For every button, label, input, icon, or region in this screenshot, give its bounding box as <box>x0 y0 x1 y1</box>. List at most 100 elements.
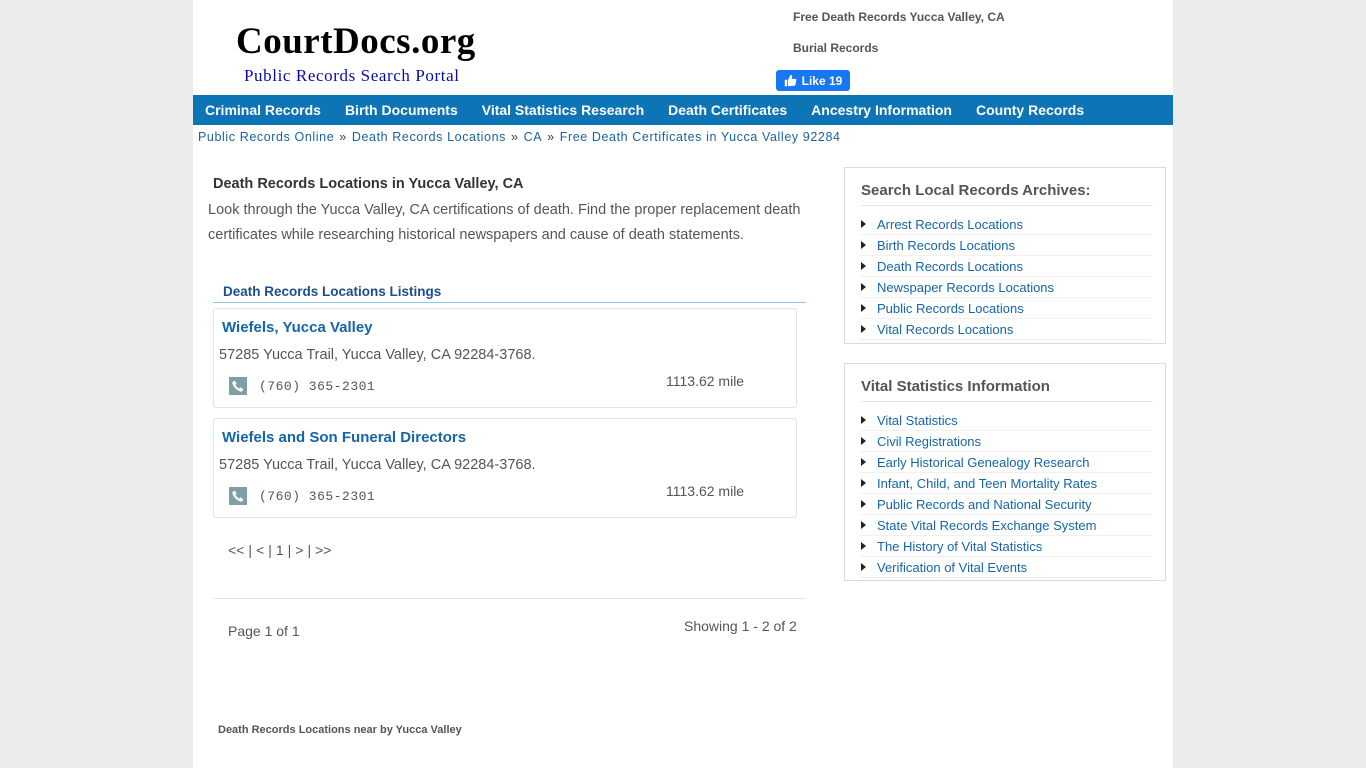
sidebar-link-verification-vital-events[interactable]: Verification of Vital Events <box>877 560 1027 575</box>
triangle-right-icon <box>861 479 866 487</box>
sidebar-item: Death Records Locations <box>859 256 1151 277</box>
triangle-right-icon <box>861 437 866 445</box>
sidebar-link-national-security[interactable]: Public Records and National Security <box>877 497 1092 512</box>
breadcrumb-separator: » <box>547 130 555 144</box>
divider <box>213 598 806 599</box>
sidebar-item: Arrest Records Locations <box>859 214 1151 235</box>
sidebar-link-history-vital-statistics[interactable]: The History of Vital Statistics <box>877 539 1042 554</box>
breadcrumb-public-records-online[interactable]: Public Records Online <box>198 130 334 144</box>
pager-first[interactable]: << <box>228 542 244 558</box>
page-of-label: Page 1 of 1 <box>228 623 300 639</box>
sidebar-item: The History of Vital Statistics <box>859 536 1151 557</box>
phone-icon <box>229 487 247 505</box>
listing-distance: 1113.62 mile <box>666 483 745 499</box>
sidebar-item: Vital Records Locations <box>859 319 1151 340</box>
sidebar-link-civil-registrations[interactable]: Civil Registrations <box>877 434 981 449</box>
breadcrumb: Public Records Online » Death Records Loca… <box>198 130 841 144</box>
logo-subtitle: Public Records Search Portal <box>244 66 460 85</box>
triangle-right-icon <box>861 283 866 291</box>
triangle-right-icon <box>861 458 866 466</box>
pager-next[interactable]: > <box>295 542 303 558</box>
pager-separator: | <box>287 542 292 558</box>
triangle-right-icon <box>861 325 866 333</box>
nav-item-vital-statistics-research[interactable]: Vital Statistics Research <box>482 102 644 118</box>
page-title: Death Records Locations in Yucca Valley,… <box>213 176 524 192</box>
listing-card: Wiefels and Son Funeral Directors 57285 … <box>213 418 797 518</box>
sidebar-item: Civil Registrations <box>859 431 1151 452</box>
sidebar-link-death-records[interactable]: Death Records Locations <box>877 259 1023 274</box>
sidebar-link-public-records[interactable]: Public Records Locations <box>877 301 1024 316</box>
sidebar-item: Newspaper Records Locations <box>859 277 1151 298</box>
sidebar-vital-box: Vital Statistics Information Vital Stati… <box>844 363 1166 581</box>
nav-item-county-records[interactable]: County Records <box>976 102 1084 118</box>
listing-distance: 1113.62 mile <box>666 373 745 389</box>
sidebar-item: Early Historical Genealogy Research <box>859 452 1151 473</box>
facebook-like-button[interactable]: Like 19 <box>776 70 850 91</box>
listing-card: Wiefels, Yucca Valley 57285 Yucca Trail,… <box>213 308 797 408</box>
sidebar-link-birth-records[interactable]: Birth Records Locations <box>877 238 1015 253</box>
sidebar-link-arrest-records[interactable]: Arrest Records Locations <box>877 217 1023 232</box>
sidebar-archives-title: Search Local Records Archives: <box>861 182 1153 206</box>
page-container: CourtDocs.org Public Records Search Port… <box>193 0 1173 768</box>
triangle-right-icon <box>861 220 866 228</box>
listing-phone: (760) 365-2301 <box>259 379 376 394</box>
sidebar-link-newspaper-records[interactable]: Newspaper Records Locations <box>877 280 1054 295</box>
sidebar-link-records-exchange[interactable]: State Vital Records Exchange System <box>877 518 1096 533</box>
breadcrumb-ca[interactable]: CA <box>524 130 543 144</box>
sidebar-archives-list: Arrest Records Locations Birth Records L… <box>859 214 1151 340</box>
sidebar-item: State Vital Records Exchange System <box>859 515 1151 536</box>
triangle-right-icon <box>861 500 866 508</box>
header-link-burial-records[interactable]: Burial Records <box>793 41 878 55</box>
pager-page-1[interactable]: 1 <box>276 542 284 558</box>
pager-separator: | <box>307 542 312 558</box>
nav-item-birth-documents[interactable]: Birth Documents <box>345 102 458 118</box>
sidebar-item: Birth Records Locations <box>859 235 1151 256</box>
triangle-right-icon <box>861 241 866 249</box>
nav-item-ancestry-information[interactable]: Ancestry Information <box>811 102 952 118</box>
listing-address: 57285 Yucca Trail, Yucca Valley, CA 9228… <box>219 457 536 473</box>
sidebar-link-mortality-rates[interactable]: Infant, Child, and Teen Mortality Rates <box>877 476 1097 491</box>
sidebar-archives-box: Search Local Records Archives: Arrest Re… <box>844 167 1166 344</box>
pager-separator: | <box>248 542 252 558</box>
main-nav: Criminal Records Birth Documents Vital S… <box>193 95 1173 125</box>
intro-text: Look through the Yucca Valley, CA certif… <box>208 202 801 243</box>
triangle-right-icon <box>861 262 866 270</box>
sidebar-item: Public Records and National Security <box>859 494 1151 515</box>
sidebar-link-vital-records[interactable]: Vital Records Locations <box>877 322 1013 337</box>
sidebar-link-vital-statistics[interactable]: Vital Statistics <box>877 413 958 428</box>
listing-name-link[interactable]: Wiefels, Yucca Valley <box>222 319 373 336</box>
pager-prev[interactable]: < <box>256 542 264 558</box>
pagination: << | < | 1 | > | >> <box>228 542 331 558</box>
showing-count: Showing 1 - 2 of 2 <box>684 618 797 634</box>
thumbs-up-icon <box>784 74 797 87</box>
sidebar-item: Vital Statistics <box>859 410 1151 431</box>
pager-last[interactable]: >> <box>315 542 331 558</box>
facebook-like-label: Like 19 <box>801 73 843 88</box>
listings-heading: Death Records Locations Listings <box>213 284 806 303</box>
nav-item-criminal-records[interactable]: Criminal Records <box>205 102 321 118</box>
breadcrumb-current-page[interactable]: Free Death Certificates in Yucca Valley … <box>560 130 841 144</box>
nearby-heading: Death Records Locations near by Yucca Va… <box>218 724 462 736</box>
nav-item-death-certificates[interactable]: Death Certificates <box>668 102 787 118</box>
breadcrumb-separator: » <box>511 130 519 144</box>
sidebar-vital-title: Vital Statistics Information <box>861 378 1153 402</box>
sidebar-vital-list: Vital Statistics Civil Registrations Ear… <box>859 410 1151 578</box>
header-link-free-death-records[interactable]: Free Death Records Yucca Valley, CA <box>793 10 1005 24</box>
sidebar-item: Public Records Locations <box>859 298 1151 319</box>
triangle-right-icon <box>861 521 866 529</box>
pager-separator: | <box>268 542 272 558</box>
breadcrumb-death-records-locations[interactable]: Death Records Locations <box>352 130 506 144</box>
logo-title: CourtDocs.org <box>236 21 476 62</box>
listing-phone: (760) 365-2301 <box>259 489 376 504</box>
listing-name-link[interactable]: Wiefels and Son Funeral Directors <box>222 429 466 446</box>
sidebar-item: Infant, Child, and Teen Mortality Rates <box>859 473 1151 494</box>
triangle-right-icon <box>861 304 866 312</box>
sidebar-link-genealogy-research[interactable]: Early Historical Genealogy Research <box>877 455 1089 470</box>
triangle-right-icon <box>861 416 866 424</box>
breadcrumb-separator: » <box>339 130 347 144</box>
sidebar-item: Verification of Vital Events <box>859 557 1151 578</box>
phone-icon <box>229 377 247 395</box>
triangle-right-icon <box>861 542 866 550</box>
listings-heading-label: Death Records Locations Listings <box>223 284 442 299</box>
listing-address: 57285 Yucca Trail, Yucca Valley, CA 9228… <box>219 347 536 363</box>
